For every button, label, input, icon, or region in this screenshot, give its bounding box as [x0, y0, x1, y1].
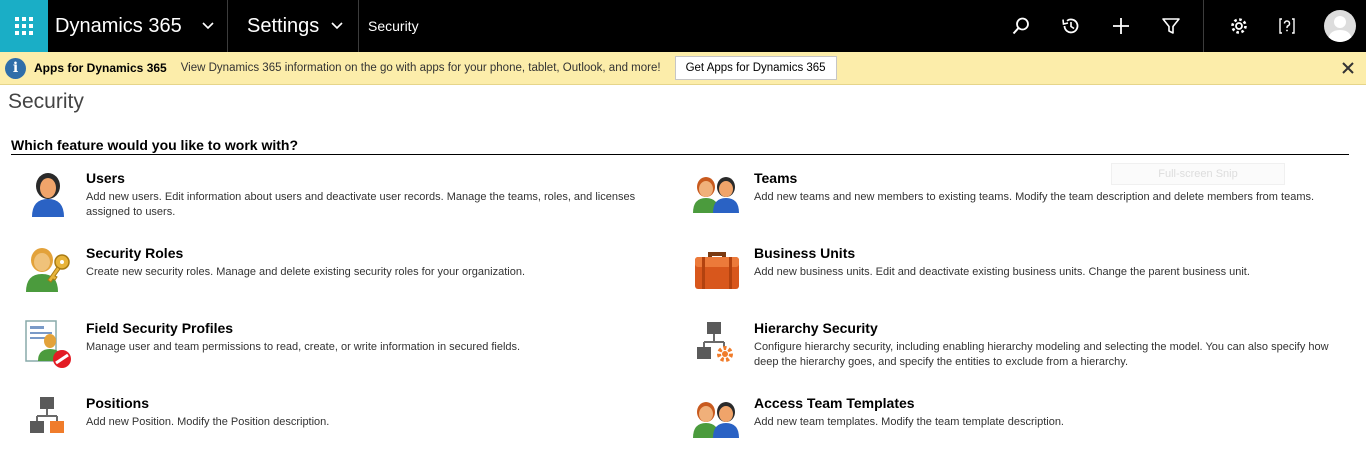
app-launcher-waffle-icon[interactable] — [0, 0, 48, 52]
feature-access-team-templates: Access Team Templates Add new team templ… — [692, 394, 1342, 444]
filter-icon[interactable] — [1146, 0, 1196, 52]
plus-icon[interactable] — [1096, 0, 1146, 52]
feature-title[interactable]: Users — [86, 170, 646, 186]
feature-description: Add new business units. Edit and deactiv… — [754, 266, 1250, 278]
user-icon[interactable] — [24, 169, 74, 219]
app-name: Dynamics 365 — [55, 14, 182, 37]
feature-field-security-profiles: Field Security Profiles Manage user and … — [24, 319, 644, 369]
feature-description: Add new users. Edit information about us… — [86, 191, 636, 218]
area-name: Settings — [247, 14, 320, 37]
chevron-down-icon — [201, 19, 215, 33]
feature-business-units: Business Units Add new business units. E… — [692, 244, 1342, 294]
feature-description: Add new Position. Modify the Position de… — [86, 416, 330, 428]
notification-message: View Dynamics 365 information on the go … — [180, 62, 661, 74]
feature-description: Configure hierarchy security, including … — [754, 341, 1329, 368]
app-switcher[interactable]: Dynamics 365 — [48, 0, 228, 52]
feature-description: Add new teams and new members to existin… — [754, 191, 1315, 203]
user-avatar[interactable] — [1324, 10, 1356, 42]
feature-positions: Positions Add new Position. Modify the P… — [24, 394, 644, 444]
notification-bar: i Apps for Dynamics 365 View Dynamics 36… — [0, 52, 1366, 85]
feature-description: Create new security roles. Manage and de… — [86, 266, 526, 278]
chevron-down-icon — [330, 19, 344, 33]
notification-title: Apps for Dynamics 365 — [34, 61, 167, 75]
nav-separator — [1203, 0, 1204, 52]
feature-teams: Teams Add new teams and new members to e… — [692, 169, 1342, 219]
page-title: Security — [8, 90, 84, 113]
help-icon[interactable] — [1261, 0, 1313, 52]
close-icon[interactable] — [1340, 60, 1356, 76]
gear-icon[interactable] — [1217, 0, 1261, 52]
team-icon[interactable] — [692, 169, 742, 219]
feature-users: Users Add new users. Edit information ab… — [24, 169, 644, 220]
area-switcher[interactable]: Settings — [228, 0, 359, 52]
feature-title[interactable]: Security Roles — [86, 245, 646, 261]
feature-title[interactable]: Field Security Profiles — [86, 320, 646, 336]
org-chart-icon[interactable] — [24, 394, 74, 444]
feature-title[interactable]: Teams — [754, 170, 1344, 186]
team-icon[interactable] — [692, 394, 742, 444]
get-apps-button[interactable]: Get Apps for Dynamics 365 — [674, 56, 837, 80]
feature-title[interactable]: Hierarchy Security — [754, 320, 1344, 336]
security-role-key-icon[interactable] — [24, 244, 74, 294]
search-icon[interactable] — [996, 0, 1046, 52]
feature-description: Manage user and team permissions to read… — [86, 341, 521, 353]
feature-title[interactable]: Access Team Templates — [754, 395, 1344, 411]
feature-description: Add new team templates. Modify the team … — [754, 416, 1064, 428]
breadcrumb[interactable]: Security — [359, 0, 419, 52]
global-actions — [996, 0, 1366, 52]
briefcase-icon[interactable] — [692, 244, 742, 294]
hierarchy-gear-icon[interactable] — [692, 319, 742, 369]
feature-title[interactable]: Business Units — [754, 245, 1344, 261]
history-icon[interactable] — [1046, 0, 1096, 52]
info-icon: i — [5, 57, 26, 79]
field-security-profile-icon[interactable] — [24, 319, 74, 369]
feature-title[interactable]: Positions — [86, 395, 646, 411]
feature-hierarchy-security: Hierarchy Security Configure hierarchy s… — [692, 319, 1342, 370]
top-navigation-bar: Dynamics 365 Settings Security — [0, 0, 1366, 52]
feature-security-roles: Security Roles Create new security roles… — [24, 244, 644, 294]
section-heading: Which feature would you like to work wit… — [11, 137, 1349, 155]
